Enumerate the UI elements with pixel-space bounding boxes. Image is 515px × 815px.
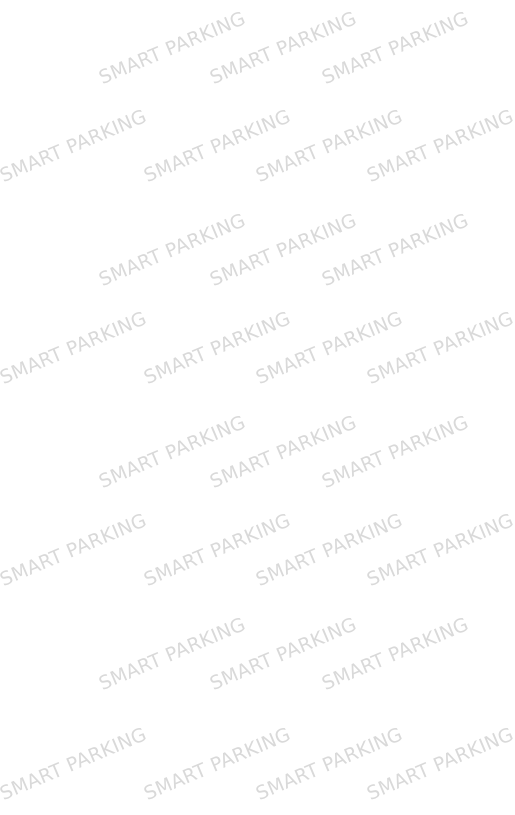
watermark-text: SMART PARKING	[0, 509, 150, 591]
watermark-text: SMART PARKING	[0, 307, 150, 389]
watermark-canvas: SMART PARKING SMART PARKING SMART PARKING S…	[0, 0, 515, 815]
watermark-text: SMART PARKING	[0, 105, 150, 187]
watermark-text: SMART PARKING	[0, 723, 150, 805]
